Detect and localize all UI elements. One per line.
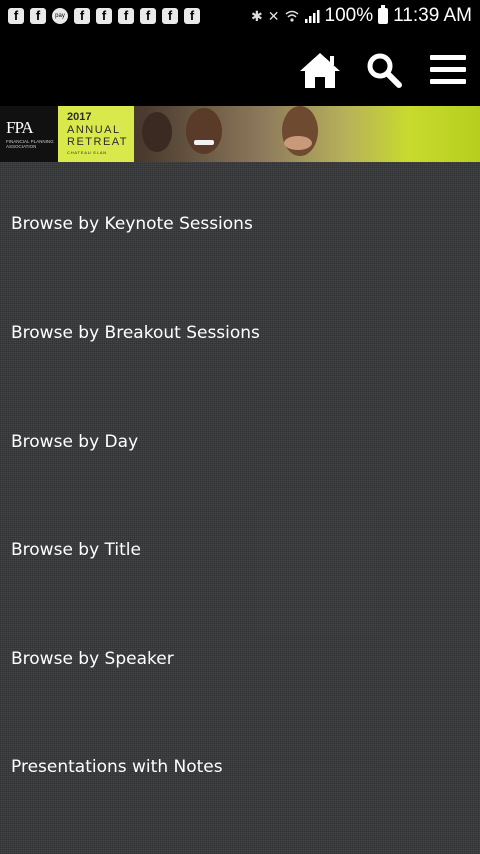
fpa-logo-block: FPA FINANCIAL PLANNING ASSOCIATION [0,106,58,162]
menu-item-speaker[interactable]: Browse by Speaker [0,629,480,689]
facebook-notification-icon: f [140,8,156,24]
facebook-notification-icon: f [8,8,24,24]
smile-highlight [194,140,214,145]
menu-item-breakout-sessions[interactable]: Browse by Breakout Sessions [0,303,480,363]
fpa-logo: FPA [6,118,34,137]
retreat-logo-block: 2017 ANNUAL RETREAT CHATEAU ELAN [58,106,134,162]
menu-item-keynote-sessions[interactable]: Browse by Keynote Sessions [0,194,480,254]
search-icon [367,53,402,88]
facebook-notification-icon: f [162,8,178,24]
retreat-location: CHATEAU ELAN [67,150,107,155]
action-bar [0,32,480,106]
mute-icon: ✕ [267,7,280,24]
person-image [142,112,172,152]
person-image [186,108,222,154]
banner-photo [134,106,364,162]
menu-button[interactable] [426,48,470,92]
retreat-annual: ANNUAL [67,124,121,136]
signal-icon [304,10,320,23]
battery-percent: 100% [324,5,374,26]
menu-icon [430,55,466,84]
facebook-notification-icon: f [74,8,90,24]
wifi-icon [285,10,298,22]
face-highlight [284,136,312,150]
facebook-notification-icon: f [30,8,46,24]
status-right: ✱ ✕ 100% 11:39 AM [251,5,472,27]
notification-icons: f f pay f f f f f f [8,8,200,24]
home-icon [300,53,340,88]
bluetooth-icon: ✱ [251,7,263,24]
menu-item-title[interactable]: Browse by Title [0,520,480,580]
pay-notification-icon: pay [52,8,68,24]
menu-list: Browse by Keynote Sessions Browse by Bre… [0,162,480,854]
menu-item-day[interactable]: Browse by Day [0,412,480,472]
menu-item-presentations-notes[interactable]: Presentations with Notes [0,737,480,797]
facebook-notification-icon: f [118,8,134,24]
retreat-year: 2017 [67,111,92,123]
home-button[interactable] [298,48,342,92]
retreat-title: RETREAT [67,136,129,148]
clock: 11:39 AM [393,5,472,26]
status-bar: f f pay f f f f f f ✱ ✕ 100% 11:39 AM [0,0,480,32]
facebook-notification-icon: f [96,8,112,24]
fpa-subtitle: FINANCIAL PLANNING ASSOCIATION [6,139,54,149]
battery-icon [378,5,389,24]
facebook-notification-icon: f [184,8,200,24]
event-banner: FPA FINANCIAL PLANNING ASSOCIATION 2017 … [0,106,480,162]
search-button[interactable] [362,48,406,92]
